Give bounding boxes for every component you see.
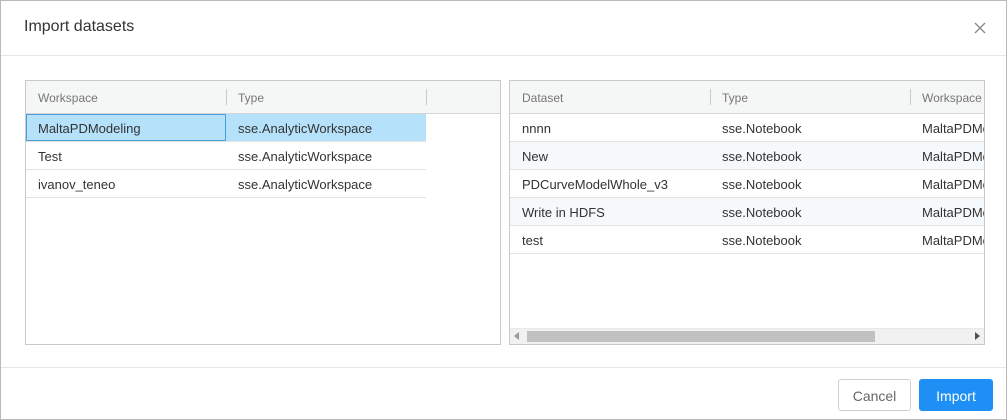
close-button[interactable] [970,18,990,38]
cell-type: sse.Notebook [722,121,802,136]
cancel-button[interactable]: Cancel [838,379,911,411]
cell-dataset: PDCurveModelWhole_v3 [522,177,668,192]
table-row[interactable]: PDCurveModelWhole_v3 sse.Notebook MaltaPDM… [510,170,984,198]
cell-dataset: nnnn [522,121,551,136]
dialog-header: Import datasets [1,1,1006,56]
workspace-grid: Workspace Type MaltaPDModeling sse.Analyt… [25,80,501,345]
cell-workspace: MaltaPDModeling [922,205,984,220]
column-header-workspace[interactable]: Workspace [26,81,226,113]
cell-type: sse.Notebook [722,205,802,220]
table-row[interactable]: MaltaPDModeling sse.AnalyticWorkspace [26,114,426,142]
table-row[interactable]: test sse.Notebook MaltaPDModeling [510,226,984,254]
cell-workspace: Test [38,149,62,164]
cell-type: sse.AnalyticWorkspace [238,177,373,192]
table-row[interactable]: nnnn sse.Notebook MaltaPDModeling [510,114,984,142]
cell-dataset: New [522,149,549,164]
cell-type: sse.Notebook [722,149,802,164]
table-row[interactable]: Write in HDFS sse.Notebook MaltaPDModeling [510,198,984,226]
cell-workspace: MaltaPDModeling [922,233,984,248]
close-icon [974,22,986,34]
cell-dataset: Write in HDFS [522,205,605,220]
horizontal-scrollbar[interactable] [510,328,984,344]
column-header-type[interactable]: Type [710,81,910,113]
scroll-right-arrow-icon[interactable] [975,332,980,340]
cell-type: sse.Notebook [722,233,802,248]
column-separator[interactable] [426,89,427,105]
cell-type: sse.Notebook [722,177,802,192]
scroll-left-arrow-icon[interactable] [514,332,519,340]
scrollbar-thumb[interactable] [527,331,875,342]
table-row[interactable]: Test sse.AnalyticWorkspace [26,142,426,170]
dialog-footer: Cancel Import [1,367,1006,420]
dataset-grid-header: Dataset Type Workspace [510,81,984,114]
cell-workspace: MaltaPDModeling [26,114,226,141]
workspace-grid-header: Workspace Type [26,81,500,114]
dialog-title: Import datasets [24,18,135,35]
table-row[interactable]: ivanov_teneo sse.AnalyticWorkspace [26,170,426,198]
cell-workspace: ivanov_teneo [38,177,116,192]
import-button[interactable]: Import [919,379,993,411]
dataset-grid: Dataset Type Workspace nnnn sse.Notebook M… [509,80,985,345]
cell-dataset: test [522,233,543,248]
cell-type: sse.AnalyticWorkspace [238,149,373,164]
cell-workspace: MaltaPDModeling [922,177,984,192]
cell-type: sse.AnalyticWorkspace [238,121,373,136]
cell-workspace: MaltaPDModeling [922,149,984,164]
cell-workspace: MaltaPDModeling [922,121,984,136]
column-header-type[interactable]: Type [226,81,426,113]
column-header-dataset[interactable]: Dataset [510,81,710,113]
table-row[interactable]: New sse.Notebook MaltaPDModeling [510,142,984,170]
column-header-workspace[interactable]: Workspace [910,81,984,113]
import-datasets-dialog: Import datasets Workspace Type MaltaPDMo… [0,0,1007,420]
